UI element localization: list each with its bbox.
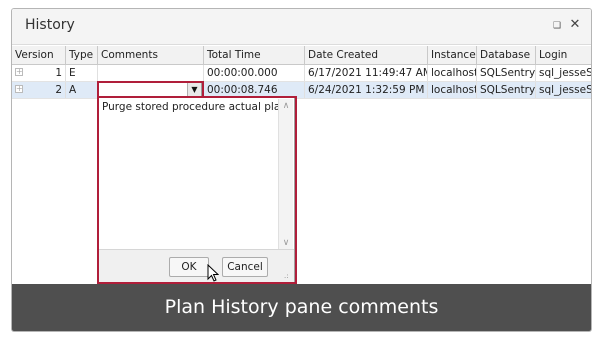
- history-pane: History ❑ ✕ Version Type Comments Total …: [11, 8, 592, 332]
- cell-login: sql_jesseS: [536, 65, 591, 81]
- column-header-comments[interactable]: Comments: [98, 46, 204, 64]
- scroll-down-icon[interactable]: ∨: [279, 237, 293, 249]
- column-header-instance[interactable]: Instance: [428, 46, 477, 64]
- cell-version: 2: [12, 82, 66, 98]
- pane-titlebar: History ❑ ✕: [12, 9, 591, 45]
- caption-banner: Plan History pane comments: [12, 284, 591, 331]
- cell-comments[interactable]: [98, 65, 204, 81]
- cell-login: sql_jesseS: [536, 82, 591, 98]
- editor-footer: OK Cancel .:: [99, 249, 294, 282]
- column-header-database[interactable]: Database: [477, 46, 536, 64]
- comment-textarea[interactable]: Purge stored procedure actual plan.: [102, 100, 293, 113]
- cell-type: A: [66, 82, 98, 98]
- grid-header: Version Type Comments Total Time Date Cr…: [12, 46, 591, 65]
- cell-type: E: [66, 65, 98, 81]
- comment-editor-popup: Purge stored procedure actual plan. ∧ ∨ …: [98, 97, 295, 283]
- cell-date-created: 6/24/2021 1:32:59 PM: [305, 82, 428, 98]
- comments-dropdown[interactable]: ▼: [98, 82, 202, 97]
- vertical-scrollbar[interactable]: ∧ ∨: [278, 99, 293, 250]
- cancel-button[interactable]: Cancel: [222, 257, 268, 277]
- cell-version: 1: [12, 65, 66, 81]
- cell-instance: localhost: [428, 65, 477, 81]
- close-icon[interactable]: ✕: [568, 18, 582, 32]
- chevron-down-icon[interactable]: ▼: [187, 83, 201, 96]
- column-header-version[interactable]: Version: [12, 46, 66, 64]
- pin-icon[interactable]: ❑: [552, 20, 562, 32]
- comment-text: Purge stored procedure actual plan.: [102, 101, 291, 113]
- column-header-login[interactable]: Login: [536, 46, 591, 64]
- resize-grip-icon[interactable]: .:: [284, 272, 292, 280]
- cell-total-time: 00:00:00.000: [204, 65, 305, 81]
- ok-button[interactable]: OK: [169, 257, 209, 277]
- table-row[interactable]: + 1 E 00:00:00.000 6/17/2021 11:49:47 AM…: [12, 65, 591, 82]
- cell-instance: localhost: [428, 82, 477, 98]
- cell-total-time: 00:00:08.746: [204, 82, 305, 98]
- cell-database: SQLSentry: [477, 82, 536, 98]
- column-header-total-time[interactable]: Total Time: [204, 46, 305, 64]
- column-header-type[interactable]: Type: [66, 46, 98, 64]
- cell-date-created: 6/17/2021 11:49:47 AM: [305, 65, 428, 81]
- column-header-date-created[interactable]: Date Created: [305, 46, 428, 64]
- scroll-up-icon[interactable]: ∧: [279, 100, 293, 112]
- mouse-cursor-icon: [207, 264, 219, 282]
- pane-title: History: [25, 17, 75, 33]
- cell-database: SQLSentry: [477, 65, 536, 81]
